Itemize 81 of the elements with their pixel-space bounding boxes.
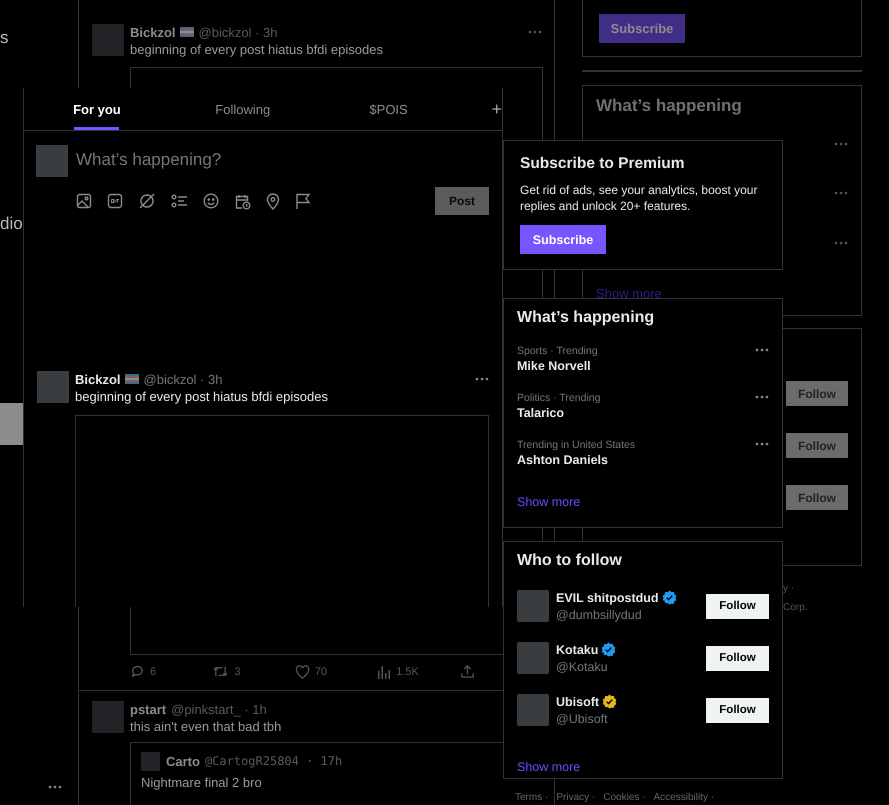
show-more-link[interactable]: Show more: [517, 495, 580, 509]
repost-icon[interactable]: [212, 664, 230, 679]
more-icon[interactable]: [834, 142, 848, 146]
calendar-clock-icon[interactable]: [234, 192, 251, 210]
author-name: Carto: [166, 754, 200, 768]
footer-link[interactable]: Accessibility ·: [654, 792, 714, 803]
timeline-tab[interactable]: Following: [170, 88, 316, 130]
author-handle: @CartogR25804 · 17h: [204, 754, 342, 768]
timeline-tab[interactable]: $POIS: [316, 88, 462, 130]
post-text: beginning of every post hiatus bfdi episodes: [75, 389, 329, 404]
more-icon[interactable]: [755, 442, 769, 446]
location-pin-icon[interactable]: [266, 192, 280, 210]
gif-icon[interactable]: [107, 193, 123, 209]
post-text: beginning of every post hiatus bfdi episodes: [130, 42, 384, 57]
nav-label[interactable]: s: [0, 28, 8, 48]
follow-button[interactable]: Follow: [706, 646, 769, 670]
card-title: Subscribe to Premium: [520, 155, 686, 173]
follow-button[interactable]: Follow: [706, 698, 769, 722]
speech-bubble-icon[interactable]: [130, 664, 145, 679]
account-name[interactable]: Kotaku: [556, 642, 598, 656]
footer-text: Corp.: [783, 602, 808, 613]
stat-count: 1.5K: [396, 666, 419, 678]
trend-context: Sports · Trending: [517, 345, 598, 357]
trend-context: Trending in United States: [517, 439, 636, 451]
author-handle[interactable]: @bickzol · 3h: [144, 372, 222, 386]
more-icon[interactable]: [48, 785, 62, 789]
trend-name[interactable]: Mike Norvell: [517, 359, 598, 373]
smiley-icon[interactable]: [203, 193, 219, 209]
account-handle[interactable]: @Ubisoft: [556, 712, 699, 726]
account-handle[interactable]: @Kotaku: [556, 660, 699, 674]
more-icon[interactable]: [834, 191, 848, 195]
account-name[interactable]: Ubisoft: [556, 694, 600, 708]
subscribe-button[interactable]: Subscribe: [520, 225, 606, 254]
author-name[interactable]: Bickzol: [75, 372, 121, 386]
author-name[interactable]: pstart: [130, 702, 166, 716]
share-icon[interactable]: [460, 664, 475, 679]
card-description: Get rid of ads, see your analytics, boost your replies and unlock 20+ features.: [520, 182, 758, 214]
author-handle[interactable]: @pinkstart_ · 1h: [171, 702, 267, 716]
post-input-field[interactable]: What’s happening?: [76, 145, 489, 175]
more-icon[interactable]: [528, 30, 542, 34]
follow-button[interactable]: Follow: [786, 381, 848, 406]
footer-link[interactable]: Cookies ·: [603, 792, 646, 803]
post-text: this ain't even that bad tbh: [130, 719, 282, 734]
more-icon[interactable]: [475, 377, 489, 381]
account-handle[interactable]: @dumbsillydud: [556, 608, 699, 622]
trend-name[interactable]: Talarico: [517, 406, 600, 420]
show-more-link[interactable]: Show more: [517, 760, 580, 774]
slashed-circle-icon[interactable]: [138, 192, 156, 210]
subscribe-button[interactable]: Subscribe: [599, 14, 685, 43]
avatar: [141, 752, 160, 770]
author-handle[interactable]: @bickzol · 3h: [198, 24, 278, 40]
image-icon[interactable]: [76, 193, 92, 209]
heart-icon[interactable]: [294, 664, 310, 678]
post-text: Nightmare final 2 bro: [141, 775, 263, 790]
nav-label[interactable]: dio: [0, 214, 23, 234]
flag-outline-icon[interactable]: [295, 192, 311, 210]
bar-chart-icon[interactable]: [377, 664, 392, 678]
more-icon[interactable]: [755, 348, 769, 352]
stat-count: 70: [314, 666, 328, 678]
stat-count: 6: [150, 666, 156, 678]
author-name[interactable]: Bickzol: [130, 24, 176, 40]
footer-link[interactable]: Privacy ·: [556, 792, 596, 803]
timeline-tab[interactable]: For you: [24, 88, 170, 130]
follow-button[interactable]: Follow: [786, 485, 848, 510]
more-icon[interactable]: [834, 241, 848, 245]
footer-text[interactable]: y ·: [783, 583, 794, 594]
card-title: What’s happening: [517, 309, 656, 327]
list-icon[interactable]: [171, 193, 188, 209]
follow-button[interactable]: Follow: [706, 594, 769, 618]
footer-link[interactable]: Terms ·: [515, 792, 548, 803]
section-title: What’s happening: [596, 96, 742, 116]
account-name[interactable]: EVIL shitpostdud: [556, 590, 659, 604]
trend-name[interactable]: Ashton Daniels: [517, 453, 636, 467]
flag-icon: [180, 27, 194, 37]
stat-count: 3: [234, 666, 241, 678]
card-title: Who to follow: [517, 552, 623, 570]
follow-button[interactable]: Follow: [786, 433, 848, 458]
add-tab-button[interactable]: +: [461, 88, 502, 130]
flag-icon: [124, 374, 139, 384]
more-icon[interactable]: [755, 395, 769, 399]
trend-context: Politics · Trending: [517, 392, 600, 404]
